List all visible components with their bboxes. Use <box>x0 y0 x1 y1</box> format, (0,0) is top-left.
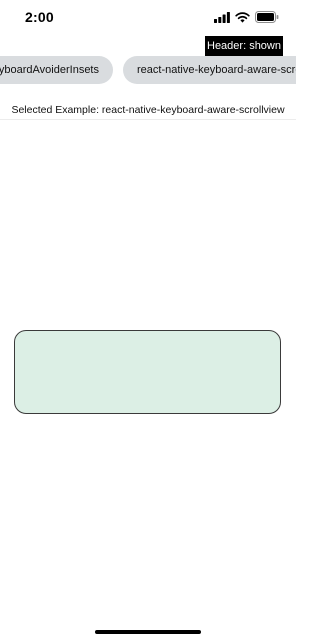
example-chip-keyboard-aware-scrollview[interactable]: react-native-keyboard-aware-scrollview <box>123 56 296 84</box>
example-chip-keyboard-avoider-insets[interactable]: KeyboardAvoiderInsets <box>0 56 113 84</box>
wifi-icon <box>235 11 250 23</box>
header-toggle-button[interactable]: Header: shown <box>205 36 283 56</box>
header-divider <box>0 119 296 120</box>
text-input-field[interactable] <box>14 330 281 414</box>
signal-icon <box>214 11 230 23</box>
status-bar: 2:00 <box>0 0 296 34</box>
app-screen: 2:00 Header: shown yboardAvoiderInsets r… <box>0 0 296 640</box>
battery-icon <box>255 11 279 23</box>
selected-example-label: Selected Example: react-native-keyboard-… <box>11 104 285 116</box>
status-icons <box>214 11 279 23</box>
home-indicator[interactable] <box>95 630 201 634</box>
example-chip-list[interactable]: KeyboardAvoiderInsets react-native-keybo… <box>0 56 296 84</box>
status-time: 2:00 <box>25 9 54 25</box>
